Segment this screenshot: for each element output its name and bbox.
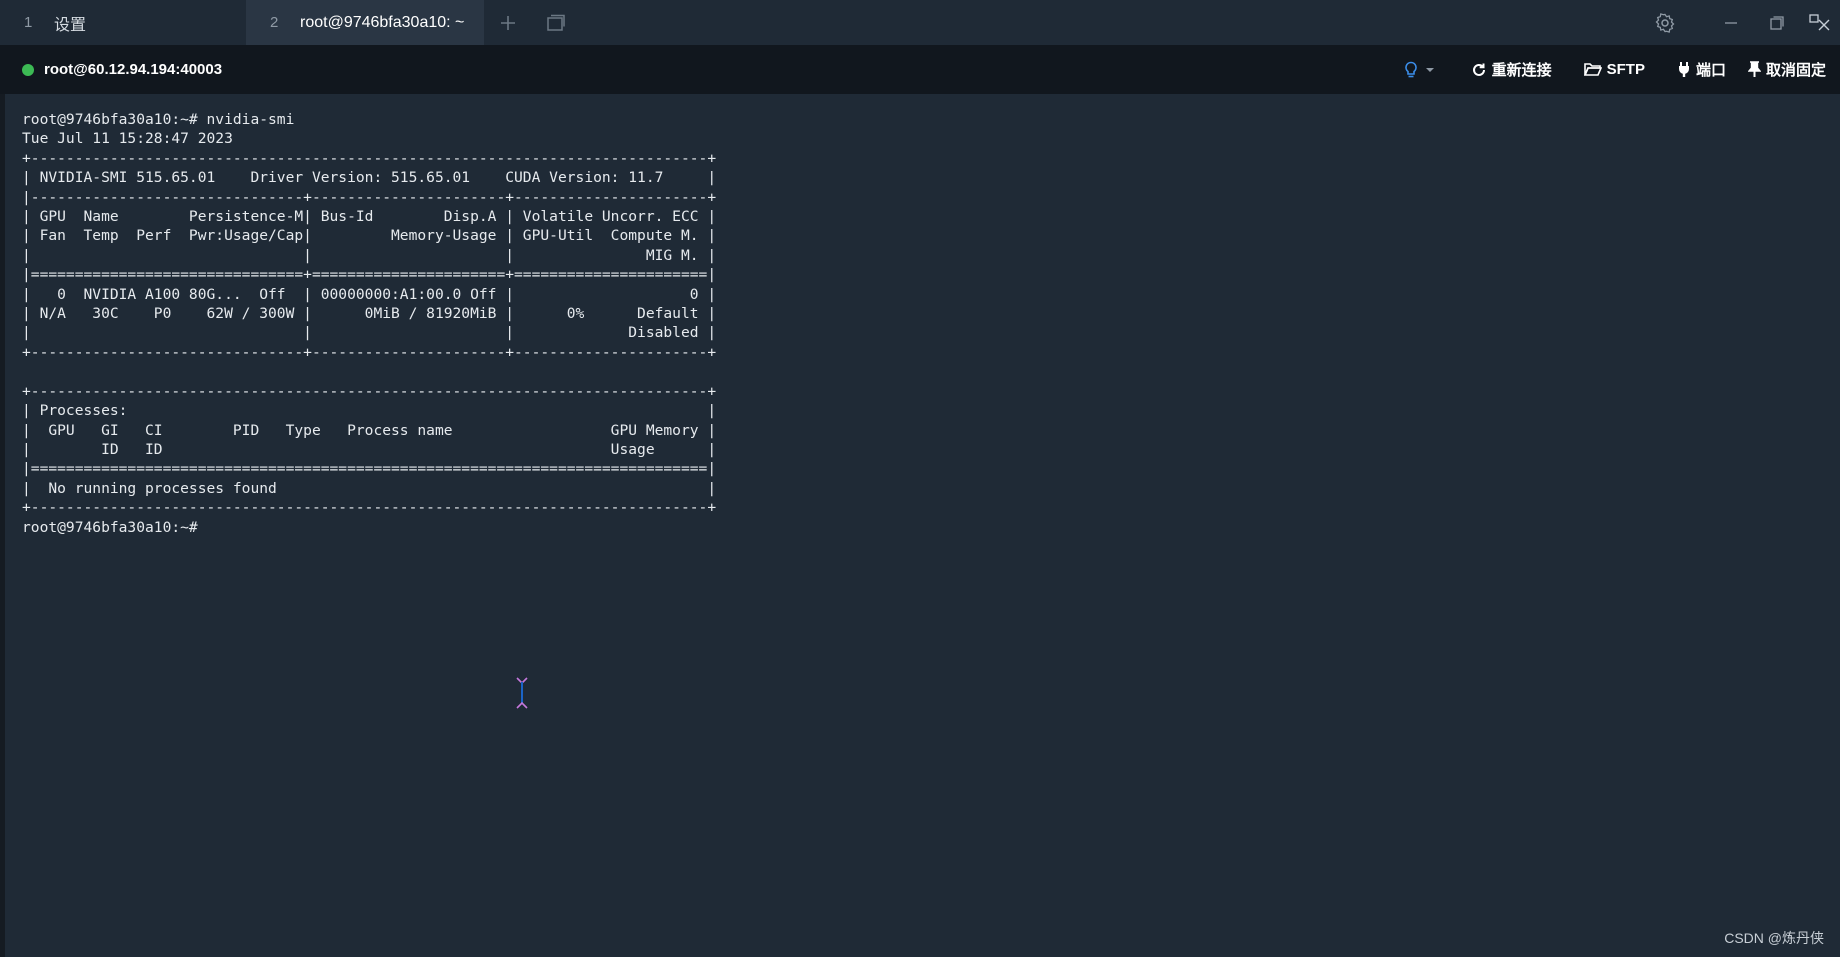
bulb-icon[interactable] bbox=[1403, 61, 1435, 79]
reconnect-button[interactable]: 重新连接 bbox=[1471, 59, 1552, 80]
session-toolbar: root@60.12.94.194:40003 重新连接 SFTP 端口 取消固… bbox=[0, 45, 1840, 94]
tab-bar: 1 设置 2 root@9746bfa30a10: ~ bbox=[0, 0, 1840, 45]
restore-icon[interactable] bbox=[1754, 0, 1800, 45]
reconnect-icon bbox=[1472, 63, 1485, 76]
gear-icon[interactable] bbox=[1642, 0, 1688, 45]
terminal-line: | ID ID Usage | bbox=[22, 440, 717, 458]
sftp-button[interactable]: SFTP bbox=[1583, 61, 1645, 78]
window-controls bbox=[1642, 0, 1840, 45]
plug-icon bbox=[1678, 62, 1689, 77]
terminal-line: | Processes: | bbox=[22, 402, 717, 420]
session-host: root@60.12.94.194:40003 bbox=[44, 61, 223, 78]
terminal-line: | | | Disabled | bbox=[22, 324, 717, 342]
terminal-line: +-------------------------------+-------… bbox=[22, 343, 717, 361]
tab-number: 1 bbox=[24, 14, 33, 31]
chevron-down-icon bbox=[1425, 67, 1434, 72]
terminal-line: | NVIDIA-SMI 515.65.01 Driver Version: 5… bbox=[22, 169, 717, 187]
watermark: CSDN @炼丹侠 bbox=[1724, 930, 1824, 946]
terminal-line: +---------------------------------------… bbox=[22, 382, 717, 400]
terminal-line: | Fan Temp Perf Pwr:Usage/Cap| Memory-Us… bbox=[22, 227, 717, 245]
folder-icon bbox=[1583, 63, 1602, 76]
terminal-line: | | | MIG M. | bbox=[22, 246, 717, 264]
terminal-line: | N/A 30C P0 62W / 300W | 0MiB / 81920Mi… bbox=[22, 305, 717, 323]
tab-settings[interactable]: 1 设置 bbox=[0, 0, 246, 45]
sftp-label: SFTP bbox=[1606, 61, 1645, 78]
tab-label: root@9746bfa30a10: ~ bbox=[300, 13, 465, 31]
terminal-line: Tue Jul 11 15:28:47 2023 bbox=[22, 130, 233, 148]
tab-label: 设置 bbox=[54, 16, 87, 34]
plus-icon[interactable] bbox=[484, 0, 532, 45]
terminal-output: root@9746bfa30a10:~# nvidia-smi Tue Jul 1… bbox=[22, 110, 716, 537]
terminal-line: | GPU GI CI PID Type Process name GPU Me… bbox=[22, 421, 717, 439]
terminal-line: | 0 NVIDIA A100 80G... Off | 00000000:A1… bbox=[22, 285, 717, 303]
tab-terminal-session[interactable]: 2 root@9746bfa30a10: ~ bbox=[246, 0, 484, 45]
unpin-label: 取消固定 bbox=[1765, 62, 1826, 79]
terminal-line: | GPU Name Persistence-M| Bus-Id Disp.A … bbox=[22, 208, 717, 226]
reconnect-label: 重新连接 bbox=[1491, 62, 1552, 79]
unpin-button[interactable]: 取消固定 bbox=[1747, 59, 1826, 80]
session-tools: 重新连接 SFTP 端口 取消固定 bbox=[1403, 45, 1826, 94]
terminal-line: +---------------------------------------… bbox=[22, 149, 717, 167]
window-icon[interactable] bbox=[532, 0, 580, 45]
terminal-view[interactable]: root@9746bfa30a10:~# nvidia-smi Tue Jul 1… bbox=[5, 94, 1840, 957]
terminal-line: |===============================+=======… bbox=[22, 266, 717, 284]
tab-number: 2 bbox=[270, 14, 279, 31]
port-button[interactable]: 端口 bbox=[1677, 59, 1726, 80]
close-icon[interactable] bbox=[1800, 0, 1840, 45]
terminal-line: root@9746bfa30a10:~# bbox=[22, 518, 198, 536]
terminal-line: | No running processes found | bbox=[22, 479, 717, 497]
ssh-client-window: 1 设置 2 root@9746bfa30a10: ~ root@60.12.9… bbox=[0, 0, 1840, 957]
port-label: 端口 bbox=[1695, 62, 1726, 79]
pin-icon bbox=[1747, 61, 1761, 77]
text-cursor-icon bbox=[516, 677, 528, 709]
terminal-line: |-------------------------------+-------… bbox=[22, 188, 717, 206]
terminal-line: |=======================================… bbox=[22, 460, 717, 478]
connection-status-indicator bbox=[22, 63, 34, 76]
terminal-line: +---------------------------------------… bbox=[22, 499, 717, 517]
minimize-icon[interactable] bbox=[1708, 0, 1754, 45]
terminal-line: root@9746bfa30a10:~# nvidia-smi bbox=[22, 111, 295, 128]
